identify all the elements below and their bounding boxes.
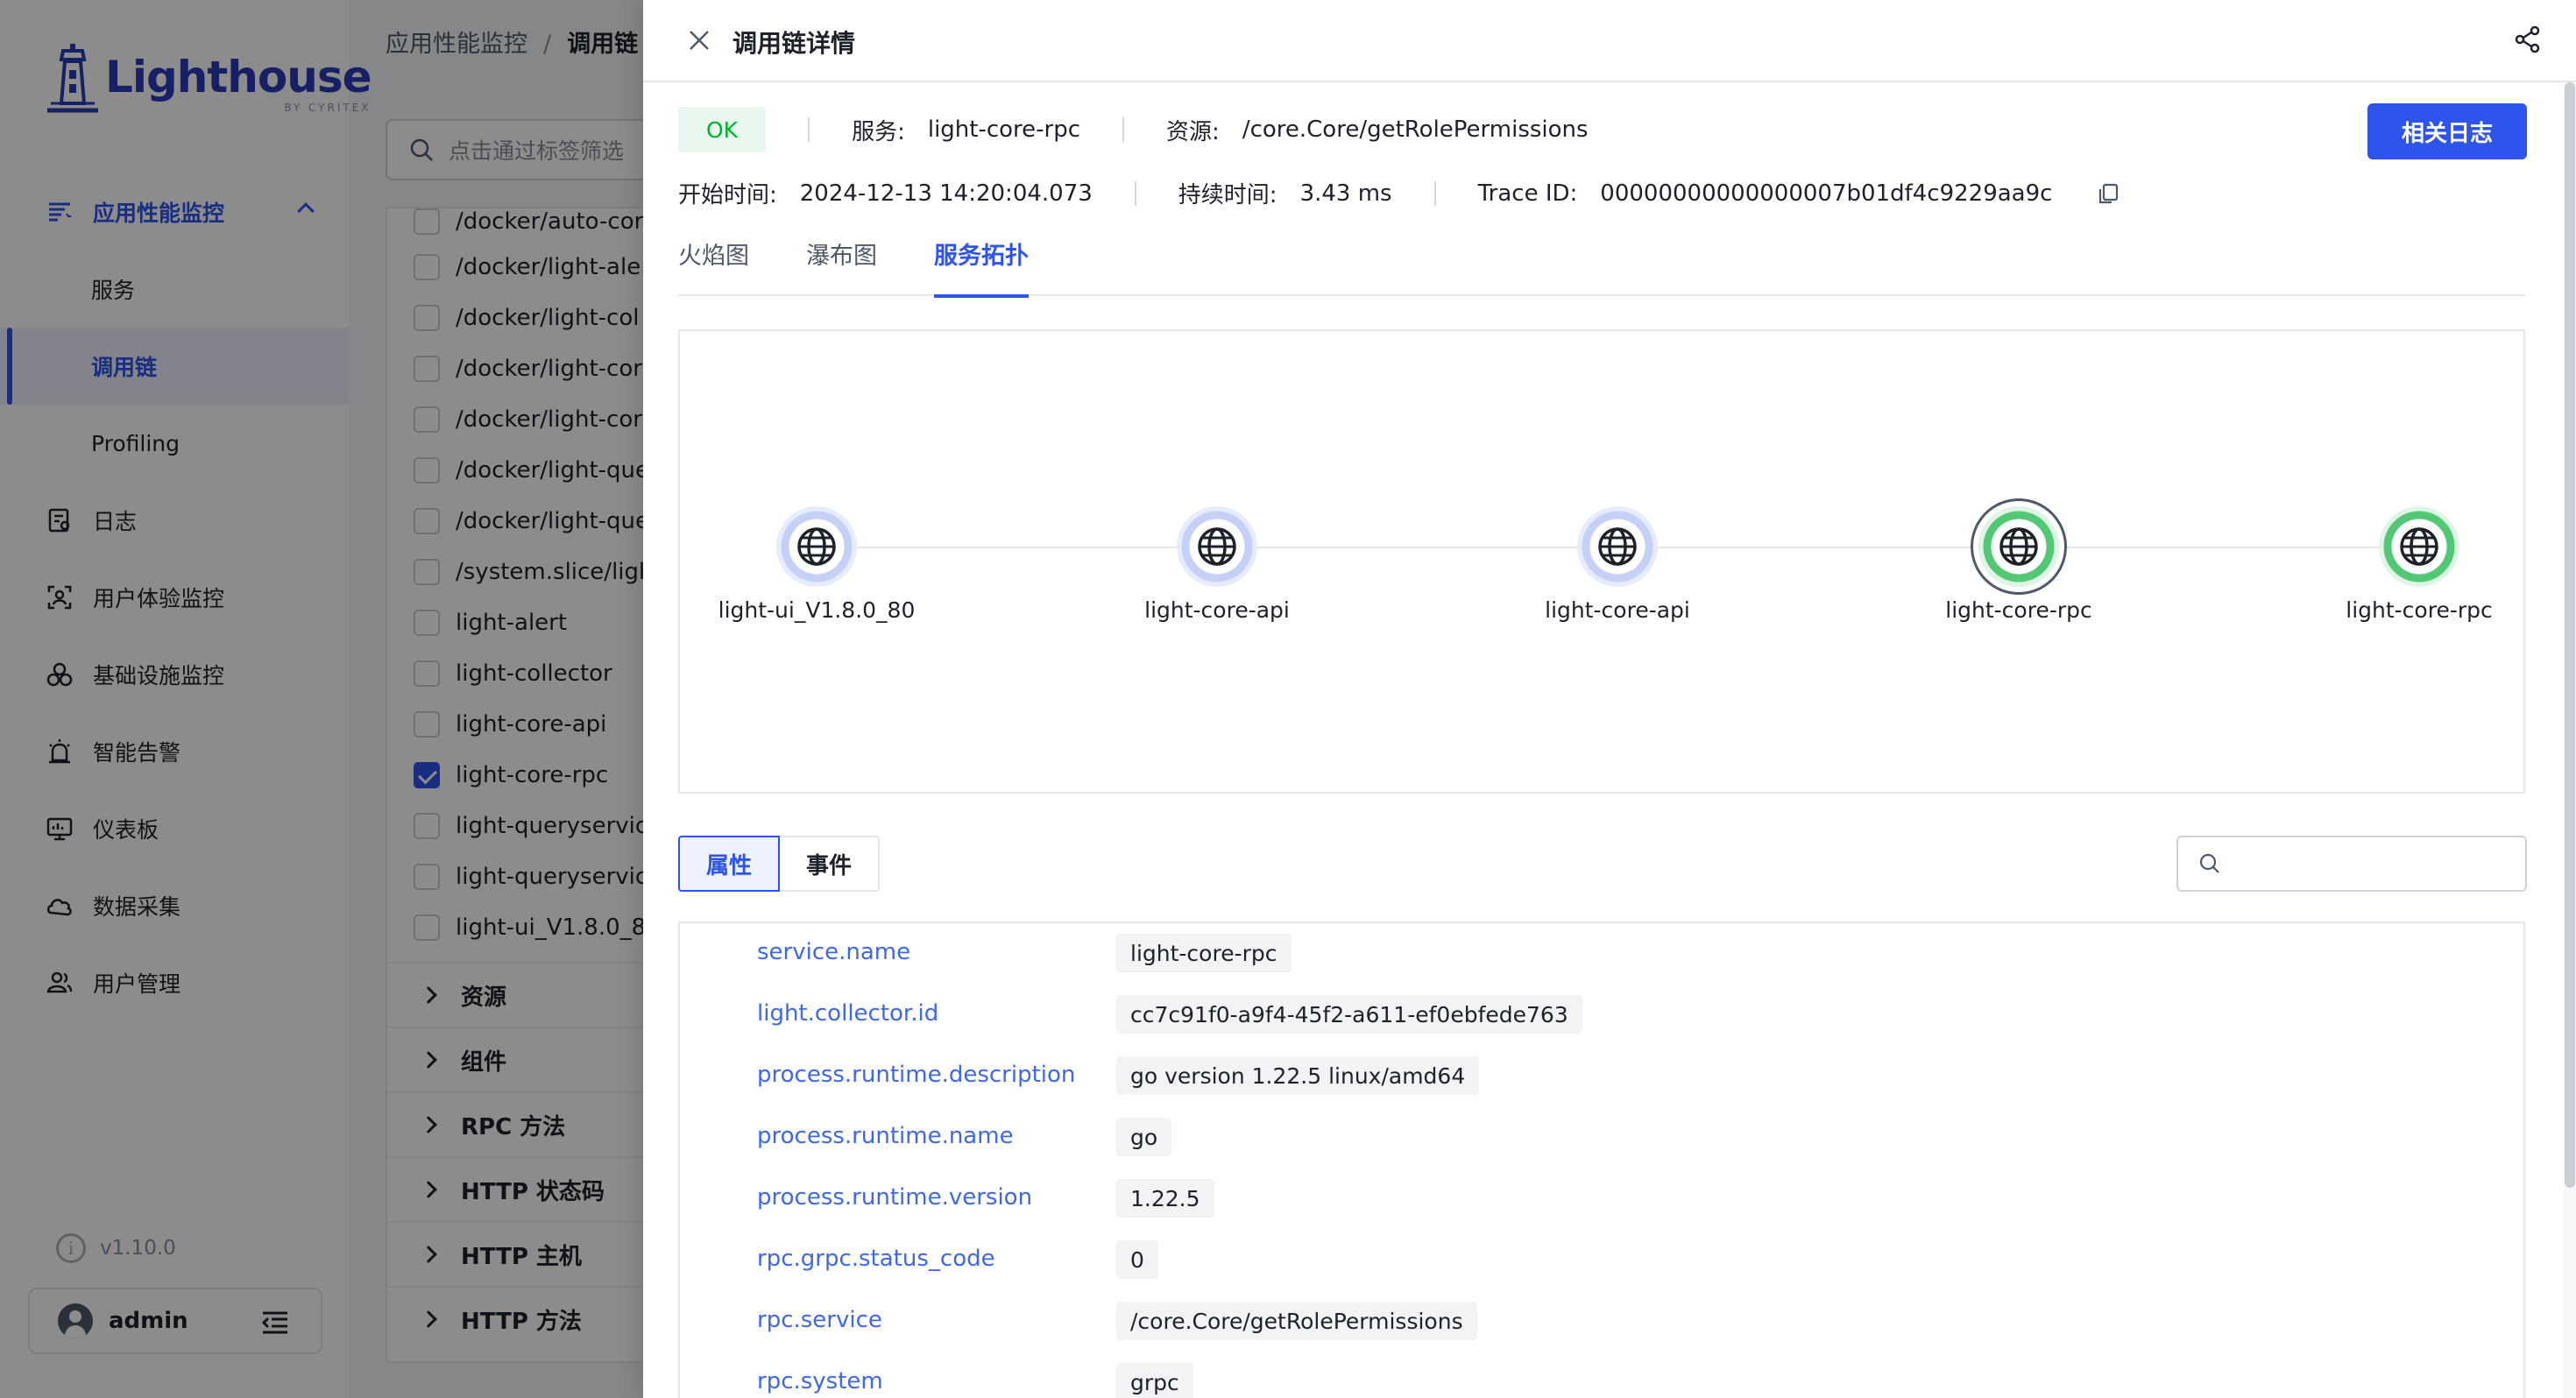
globe-icon — [1198, 527, 1236, 566]
trace-id-value: 00000000000000007b01df4c9229aa9c — [1600, 180, 2053, 207]
scrollbar-thumb[interactable] — [2565, 82, 2575, 1188]
service-value: light-core-rpc — [927, 116, 1081, 143]
divider — [1122, 117, 1125, 142]
node-ring — [1978, 506, 2059, 587]
drawer-body: OK 服务: light-core-rpc 资源: /core.Core/get… — [643, 82, 2576, 1398]
copy-icon[interactable] — [2096, 181, 2120, 206]
node-ring — [776, 506, 857, 587]
attribute-row: light.collector.id cc7c91f0-a9f4-45f2-a6… — [680, 985, 2523, 1046]
duration-label: 持续时间: — [1178, 182, 1277, 208]
resource-label: 资源: — [1166, 118, 1220, 145]
trace-id-label: Trace ID: — [1477, 180, 1578, 207]
attribute-row: process.runtime.version 1.22.5 — [680, 1169, 2523, 1230]
node-label: light-core-rpc — [1945, 597, 2092, 623]
attribute-search-input[interactable] — [2233, 851, 2513, 876]
topology-node[interactable]: light-core-rpc — [2314, 492, 2524, 641]
attribute-row: process.runtime.description go version 1… — [680, 1046, 2523, 1107]
attribute-row: rpc.system grpc — [680, 1352, 2523, 1398]
attribute-key[interactable]: service.name — [757, 939, 910, 965]
attribute-key[interactable]: process.runtime.version — [757, 1184, 1032, 1211]
status-badge: OK — [678, 107, 767, 152]
attribute-search[interactable] — [2176, 836, 2527, 892]
attributes-events-switch: 属性 事件 — [678, 836, 881, 892]
service-label: 服务: — [852, 118, 905, 145]
node-label: light-ui_V1.8.0_80 — [718, 597, 916, 623]
node-ring — [2379, 506, 2459, 587]
drawer-title: 调用链详情 — [732, 29, 856, 58]
drawer-header: 调用链详情 — [643, 0, 2576, 82]
segment-attributes[interactable]: 属性 — [678, 836, 781, 892]
duration-value: 3.43 ms — [1299, 180, 1392, 207]
attribute-value: light-core-rpc — [1116, 934, 1292, 972]
trace-detail-drawer: 调用链详情 OK 服务: light-core-rpc 资源: /core.Co… — [643, 0, 2576, 1398]
close-icon[interactable] — [685, 26, 713, 54]
trace-meta-row: 开始时间: 2024-12-13 14:20:04.073 持续时间: 3.43… — [678, 177, 2120, 209]
attribute-value: go version 1.22.5 linux/amd64 — [1116, 1056, 1480, 1095]
start-time-label: 开始时间: — [678, 182, 777, 208]
attribute-value: go — [1116, 1118, 1172, 1156]
attribute-row: process.runtime.name go — [680, 1107, 2523, 1169]
divider — [1433, 180, 1436, 206]
divider — [808, 117, 810, 142]
node-label: light-core-rpc — [2346, 597, 2493, 623]
topology-node[interactable]: light-core-api — [1512, 492, 1723, 641]
segment-events[interactable]: 事件 — [780, 836, 881, 892]
search-icon — [2199, 853, 2219, 873]
node-ring — [1577, 506, 1658, 587]
globe-icon — [1598, 527, 1637, 566]
topology-node-selected[interactable]: light-core-rpc — [1914, 492, 2124, 641]
attribute-row: rpc.grpc.status_code 0 — [680, 1230, 2523, 1291]
attribute-value: 0 — [1116, 1240, 1158, 1279]
node-ring — [1177, 506, 1257, 587]
attribute-value: grpc — [1116, 1363, 1193, 1398]
divider — [1134, 180, 1136, 206]
globe-icon — [2400, 527, 2438, 566]
attribute-key[interactable]: light.collector.id — [757, 1000, 938, 1027]
attribute-value: 1.22.5 — [1116, 1179, 1214, 1218]
globe-icon — [797, 527, 836, 566]
attribute-row: service.name light-core-rpc — [680, 923, 2523, 985]
attribute-key[interactable]: rpc.system — [757, 1368, 883, 1394]
share-icon[interactable] — [2513, 25, 2543, 54]
topology-node[interactable]: light-ui_V1.8.0_80 — [711, 492, 922, 641]
attributes-table: service.name light-core-rpc light.collec… — [678, 921, 2525, 1398]
attribute-key[interactable]: rpc.grpc.status_code — [757, 1246, 995, 1272]
attribute-key[interactable]: rpc.service — [757, 1307, 882, 1333]
detail-tabs: 火焰图 瀑布图 服务拓扑 — [678, 237, 2525, 298]
attribute-key[interactable]: process.runtime.description — [757, 1062, 1075, 1088]
node-label: light-core-api — [1545, 597, 1690, 623]
related-logs-button[interactable]: 相关日志 — [2367, 103, 2527, 159]
service-topology-graph: light-ui_V1.8.0_80 light-core-api light-… — [678, 329, 2525, 794]
attribute-row: rpc.service /core.Core/getRolePermission… — [680, 1291, 2523, 1352]
tab-waterfall[interactable]: 瀑布图 — [806, 237, 877, 296]
tab-flame-graph[interactable]: 火焰图 — [678, 237, 749, 296]
attribute-value: /core.Core/getRolePermissions — [1116, 1302, 1477, 1340]
topology-node[interactable]: light-core-api — [1112, 492, 1322, 641]
tab-service-topology[interactable]: 服务拓扑 — [934, 237, 1029, 298]
attribute-key[interactable]: process.runtime.name — [757, 1123, 1014, 1149]
trace-summary-row: OK 服务: light-core-rpc 资源: /core.Core/get… — [678, 107, 1589, 152]
resource-value: /core.Core/getRolePermissions — [1242, 116, 1589, 143]
node-label: light-core-api — [1144, 597, 1290, 623]
globe-icon — [1999, 527, 2038, 566]
drawer-scrollbar[interactable] — [2564, 82, 2576, 1398]
attribute-value: cc7c91f0-a9f4-45f2-a611-ef0ebfede763 — [1116, 995, 1582, 1034]
start-time-value: 2024-12-13 14:20:04.073 — [799, 180, 1093, 207]
